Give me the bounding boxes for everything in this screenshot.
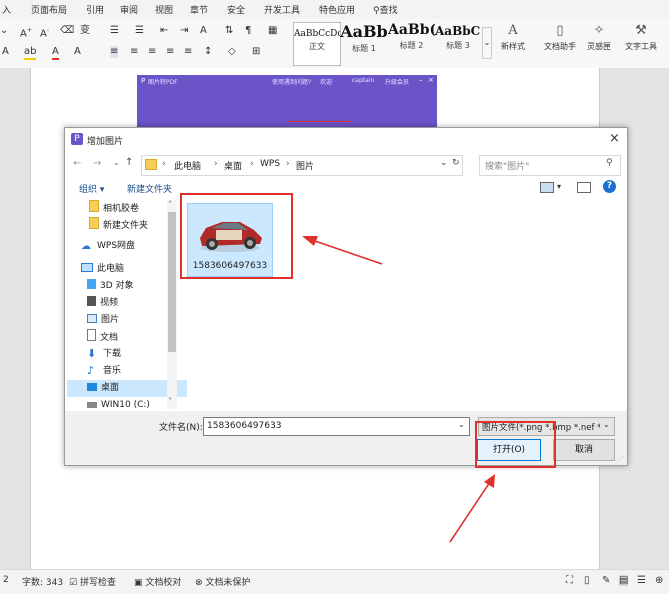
page-number[interactable]: 2 bbox=[3, 575, 9, 585]
protect-button[interactable]: ⊗ 文档未保护 bbox=[195, 575, 250, 588]
protect-label: 文档未保护 bbox=[205, 578, 251, 588]
word-count[interactable]: 字数: 343 bbox=[22, 575, 63, 588]
arrow-head-file-icon bbox=[302, 236, 318, 246]
outline-view-icon[interactable]: ☰ bbox=[637, 575, 646, 586]
read-mode-icon[interactable]: ▯ bbox=[584, 575, 590, 586]
arrow-to-file bbox=[311, 239, 383, 265]
edit-mode-icon[interactable]: ✎ bbox=[602, 575, 610, 586]
annotation-arrows bbox=[302, 236, 495, 543]
status-bar: 2 字数: 343 ☑ 拼写检查 ▣ 文档校对 ⊗ 文档未保护 ⛶ ▯ ✎ ▤ … bbox=[0, 569, 669, 594]
spell-check-button[interactable]: ☑ 拼写检查 bbox=[69, 575, 116, 588]
web-view-icon[interactable]: ⊕ bbox=[655, 575, 663, 586]
spell-check-label: 拼写检查 bbox=[79, 578, 116, 588]
check-icon: ☑ bbox=[69, 578, 78, 588]
page-view-icon[interactable]: ▤ bbox=[619, 575, 629, 586]
proofread-label: 文档校对 bbox=[145, 578, 182, 588]
proofread-button[interactable]: ▣ 文档校对 bbox=[134, 575, 181, 588]
arrow-to-open bbox=[449, 481, 491, 543]
shield-icon: ⊗ bbox=[195, 578, 203, 588]
arrow-head-open-icon bbox=[484, 474, 495, 488]
proofread-icon: ▣ bbox=[134, 578, 143, 588]
fullscreen-icon[interactable]: ⛶ bbox=[566, 575, 573, 586]
